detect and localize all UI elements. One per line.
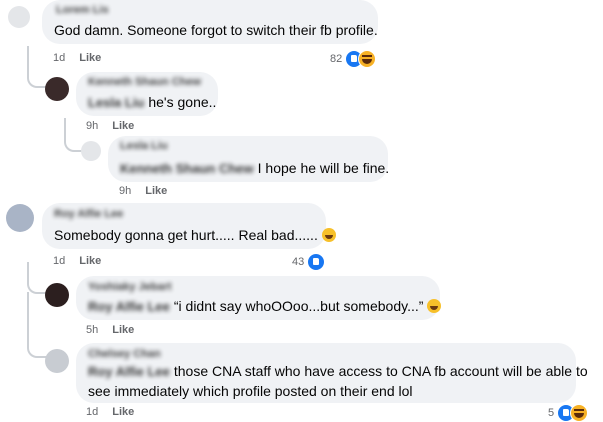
comment-meta: 1d Like bbox=[53, 255, 101, 267]
avatar[interactable] bbox=[45, 349, 69, 373]
comment-time[interactable]: 9h bbox=[119, 185, 131, 197]
like-button[interactable]: Like bbox=[79, 52, 101, 64]
avatar[interactable] bbox=[45, 77, 69, 101]
avatar[interactable] bbox=[8, 6, 30, 28]
comment-text-line-2: see immediately which profile posted on … bbox=[88, 383, 413, 399]
reaction-count[interactable]: 82 bbox=[330, 50, 377, 68]
mentioned-name[interactable]: Kenneth Shaun Chew bbox=[120, 161, 254, 176]
author-name[interactable]: Yoshiaky Jebart bbox=[88, 281, 172, 293]
comment-time[interactable]: 1d bbox=[86, 406, 98, 418]
comment-time[interactable]: 5h bbox=[86, 324, 98, 336]
comment-text: Roy Alfie Lee those CNA staff who have ac… bbox=[88, 363, 588, 379]
like-button[interactable]: Like bbox=[112, 406, 134, 418]
author-name[interactable]: Chelsey Chan bbox=[88, 348, 161, 360]
comment-meta: 9h Like bbox=[86, 120, 134, 132]
avatar[interactable] bbox=[81, 141, 101, 161]
comment-bubble: Lorem Lis God damn. Someone forgot to sw… bbox=[42, 0, 378, 44]
grinning-emoji bbox=[427, 299, 442, 313]
comment-text: Roy Alfie Lee “i didnt say whoOOoo...but … bbox=[88, 296, 442, 317]
haha-icon bbox=[570, 404, 589, 422]
like-button[interactable]: Like bbox=[112, 120, 134, 132]
thread-line bbox=[27, 46, 47, 88]
comment-meta: 9h Like bbox=[119, 185, 167, 197]
comment-meta: 1d Like bbox=[86, 406, 134, 418]
like-button[interactable]: Like bbox=[112, 324, 134, 336]
comment-bubble: Chelsey Chan Roy Alfie Lee those CNA staf… bbox=[76, 343, 588, 403]
reaction-count[interactable]: 5 bbox=[548, 404, 589, 422]
comment-bubble: Lesla Liu Kenneth Shaun Chew I hope he wi… bbox=[108, 136, 390, 182]
author-name[interactable]: Roy Alfie Lee bbox=[54, 208, 123, 220]
like-button[interactable]: Like bbox=[79, 255, 101, 267]
author-name[interactable]: Lorem Lis bbox=[56, 4, 109, 16]
thread-line bbox=[27, 292, 47, 358]
avatar[interactable] bbox=[45, 283, 69, 307]
comment-bubble: Kenneth Shaun Chew Lesla Liu he's gone.. bbox=[76, 72, 218, 116]
comment-meta: 5h Like bbox=[86, 324, 134, 336]
like-button[interactable]: Like bbox=[145, 185, 167, 197]
thread-line bbox=[27, 262, 47, 294]
comment-text: Kenneth Shaun Chew I hope he will be fine… bbox=[120, 160, 390, 176]
mentioned-name[interactable]: Roy Alfie Lee bbox=[88, 364, 170, 379]
comment-text: God damn. Someone forgot to switch their… bbox=[54, 22, 378, 38]
comment-bubble: Roy Alfie Lee Somebody gonna get hurt...… bbox=[42, 203, 336, 249]
comment-time[interactable]: 1d bbox=[53, 255, 65, 267]
comment-text: Somebody gonna get hurt..... Real bad...… bbox=[54, 225, 336, 245]
author-name[interactable]: Lesla Liu bbox=[120, 140, 168, 152]
comment-bubble: Yoshiaky Jebart Roy Alfie Lee “i didnt sa… bbox=[76, 276, 442, 320]
mentioned-name[interactable]: Lesla Liu bbox=[88, 95, 144, 110]
author-name[interactable]: Kenneth Shaun Chew bbox=[88, 76, 201, 88]
comment-time[interactable]: 9h bbox=[86, 120, 98, 132]
grinning-emoji bbox=[321, 228, 336, 242]
mentioned-name[interactable]: Roy Alfie Lee bbox=[88, 299, 170, 314]
comment-time[interactable]: 1d bbox=[53, 52, 65, 64]
haha-icon bbox=[358, 50, 377, 68]
like-icon bbox=[307, 253, 326, 271]
comment-meta: 1d Like bbox=[53, 52, 101, 64]
avatar[interactable] bbox=[6, 204, 34, 232]
reaction-count[interactable]: 43 bbox=[292, 253, 326, 271]
comment-text: Lesla Liu he's gone.. bbox=[88, 94, 217, 110]
